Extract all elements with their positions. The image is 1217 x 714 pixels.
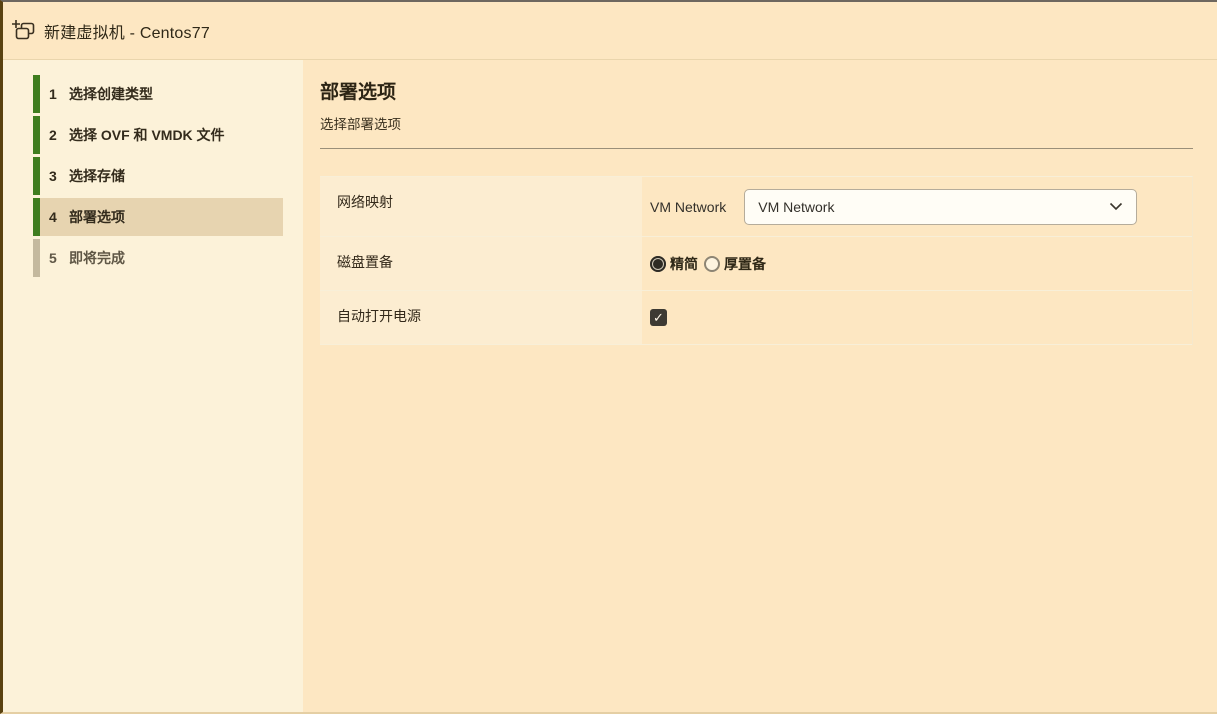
step-number: 5: [49, 250, 60, 266]
sidebar-step-select-ovf-vmdk[interactable]: 2 选择 OVF 和 VMDK 文件: [33, 116, 283, 154]
disk-provisioning-radio-group: 精简 厚置备: [650, 254, 772, 274]
page-title: 部署选项: [320, 77, 1193, 104]
power-on-row: 自动打开电源 ✓: [320, 291, 1192, 345]
sidebar-step-select-creation-type[interactable]: 1 选择创建类型: [33, 75, 283, 113]
dialog-title: 新建虚拟机 - Centos77: [44, 19, 210, 43]
dialog-titlebar: 新建虚拟机 - Centos77: [3, 2, 1217, 60]
sidebar-step-select-storage[interactable]: 3 选择存储: [33, 157, 283, 195]
network-select[interactable]: VM Network: [744, 189, 1137, 225]
deployment-options-form: 网络映射 VM Network VM Network 磁盘置备: [320, 176, 1193, 345]
radio-thick-label[interactable]: 厚置备: [724, 254, 766, 274]
header-divider: [320, 148, 1193, 149]
step-number: 3: [49, 168, 60, 184]
step-label: 部署选项: [69, 207, 125, 227]
new-vm-wizard-dialog: 新建虚拟机 - Centos77 1 选择创建类型 2 选择 OVF 和 VMD…: [0, 0, 1217, 714]
new-vm-icon: [10, 17, 38, 45]
power-on-checkbox[interactable]: ✓: [650, 309, 667, 326]
step-number: 1: [49, 86, 60, 102]
step-label: 即将完成: [69, 248, 125, 268]
radio-thin-selected-icon[interactable]: [650, 256, 666, 272]
page-subtitle: 选择部署选项: [320, 113, 1193, 133]
radio-thin-label[interactable]: 精简: [670, 254, 698, 274]
sidebar-step-ready-to-complete[interactable]: 5 即将完成: [33, 239, 283, 277]
network-select-value: VM Network: [758, 199, 834, 215]
wizard-steps-sidebar: 1 选择创建类型 2 选择 OVF 和 VMDK 文件 3 选择存储 4 部署选…: [3, 60, 303, 712]
deployment-options-panel: 部署选项 选择部署选项 网络映射 VM Network VM Network: [303, 60, 1217, 712]
step-number: 4: [49, 209, 60, 225]
chevron-down-icon: [1109, 202, 1123, 211]
power-on-label: 自动打开电源: [320, 291, 642, 344]
network-mapping-row: 网络映射 VM Network VM Network: [320, 177, 1192, 237]
step-label: 选择创建类型: [69, 84, 153, 104]
step-label: 选择 OVF 和 VMDK 文件: [69, 125, 225, 145]
disk-provisioning-row: 磁盘置备 精简 厚置备: [320, 237, 1192, 291]
disk-provisioning-label: 磁盘置备: [320, 237, 642, 290]
sidebar-step-deployment-options[interactable]: 4 部署选项: [33, 198, 283, 236]
network-mapping-label: 网络映射: [320, 177, 642, 236]
step-label: 选择存储: [69, 166, 125, 186]
radio-thick-unselected-icon[interactable]: [704, 256, 720, 272]
network-source-name: VM Network: [650, 199, 726, 215]
step-number: 2: [49, 127, 60, 143]
